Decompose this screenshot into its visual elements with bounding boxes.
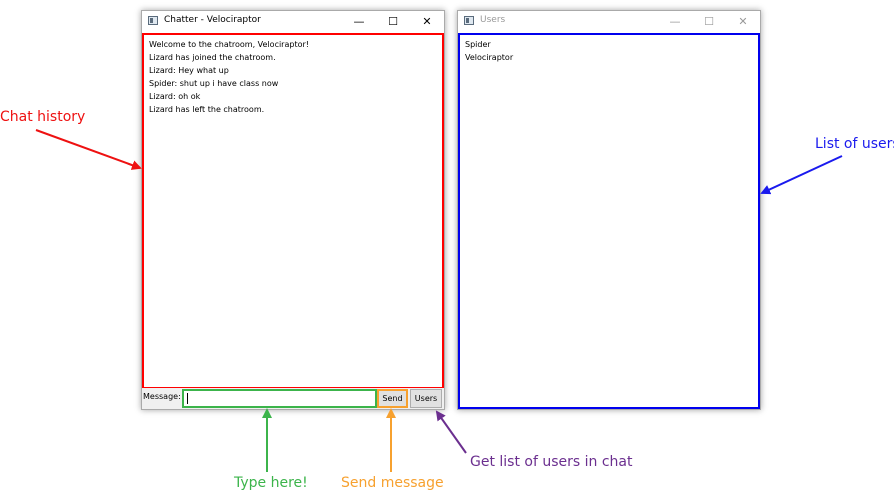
annotation-list-of-users: List of users [815,136,894,152]
annotation-arrows [35,129,843,472]
annotation-get-users: Get list of users in chat [470,454,633,470]
annotation-type-here: Type here! [234,475,308,491]
list-of-users-arrow [760,155,843,195]
get-users-arrow [435,410,467,454]
chat-history-arrow [35,129,142,170]
annotation-send-message: Send message [341,475,444,491]
annotation-chat-history: Chat history [0,109,86,125]
